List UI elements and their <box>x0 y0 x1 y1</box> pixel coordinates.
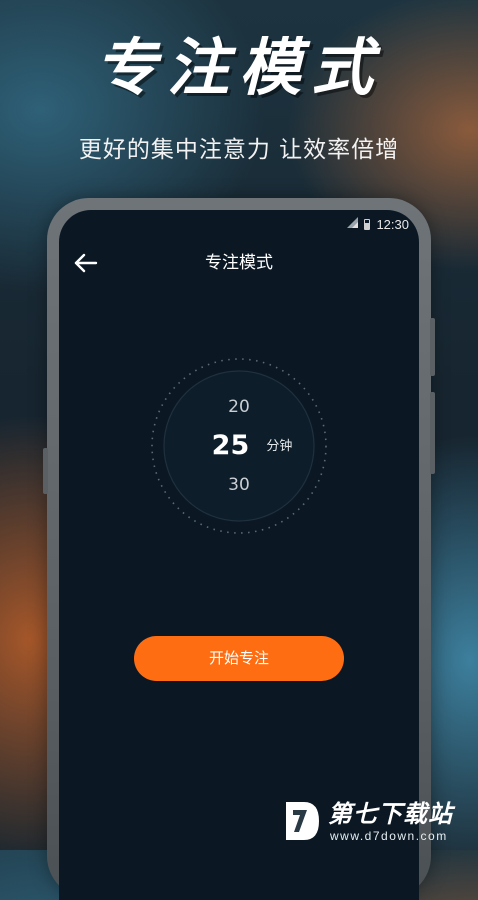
picker-current-number: 25 <box>211 430 250 461</box>
page-title: 专注模式 <box>205 253 273 273</box>
watermark-url: www.d7down.com <box>330 829 448 843</box>
start-focus-button[interactable]: 开始专注 <box>134 636 344 681</box>
picker-unit-label: 分钟 <box>266 439 293 454</box>
picker-previous-value[interactable]: 20 <box>149 396 329 418</box>
phone-power-button <box>430 318 435 376</box>
status-time: 12:30 <box>376 216 409 232</box>
signal-icon <box>347 217 359 231</box>
promo-headline: 专注模式 <box>94 31 383 104</box>
picker-current-value[interactable]: 25 分钟 <box>149 430 329 467</box>
battery-icon <box>364 218 371 230</box>
phone-side-button <box>43 448 48 494</box>
promo-subline: 更好的集中注意力 让效率倍增 <box>78 137 400 163</box>
d7-logo-icon <box>286 802 319 840</box>
app-bar: 专注模式 <box>59 246 419 280</box>
site-watermark: 第七下载站 www.d7down.com <box>282 796 474 848</box>
phone-volume-button <box>430 392 435 474</box>
picker-next-value[interactable]: 30 <box>149 474 329 496</box>
timer-dial[interactable]: 20 25 分钟 30 <box>149 356 329 536</box>
status-bar: 12:30 <box>347 214 409 234</box>
watermark-title: 第七下载站 <box>328 800 453 828</box>
